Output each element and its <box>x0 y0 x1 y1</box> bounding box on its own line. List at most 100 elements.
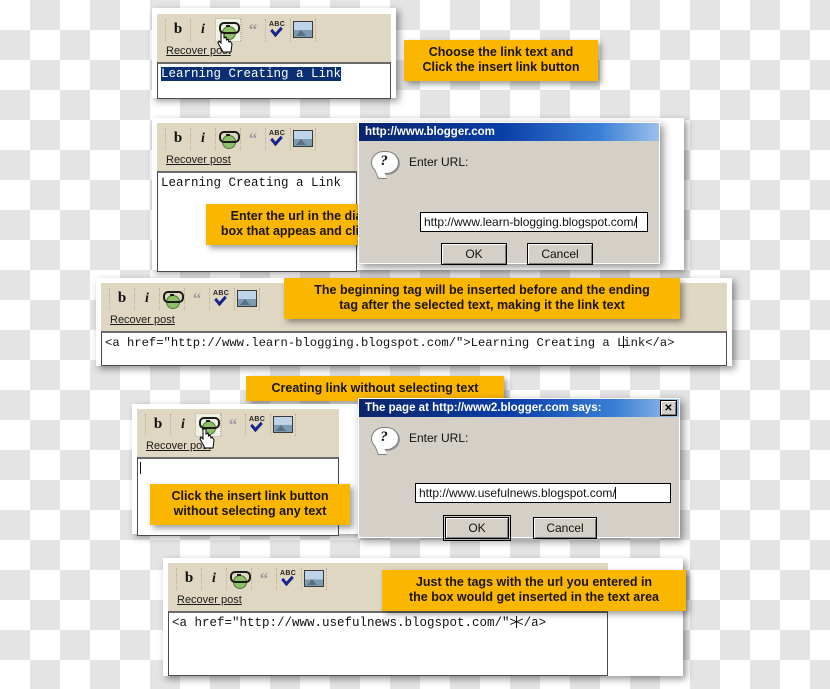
insert-image-button[interactable] <box>291 18 316 41</box>
step2-toolbar: b i “ ABC Recover post <box>157 123 357 171</box>
recover-post-link[interactable]: Recover post <box>166 154 231 166</box>
spell-check-button[interactable]: ABC <box>266 127 291 150</box>
url-input-value: http://www.usefulnews.blogspot.com/ <box>419 486 616 500</box>
step5-callout: Just the tags with the url you entered i… <box>382 570 686 611</box>
quote-icon: “ <box>248 128 258 148</box>
insert-link-button[interactable] <box>160 287 185 310</box>
insert-link-button[interactable] <box>215 17 242 42</box>
step1-callout: Choose the link text and Click the inser… <box>404 40 598 81</box>
dialog-title: http://www.blogger.com <box>365 126 495 138</box>
bold-button[interactable]: b <box>176 567 202 590</box>
spell-check-button[interactable]: ABC <box>210 287 235 310</box>
link-icon <box>218 130 240 149</box>
spellcheck-icon: ABC <box>268 130 288 148</box>
bold-button[interactable]: b <box>145 413 171 436</box>
insert-link-button[interactable] <box>195 412 222 437</box>
ok-button[interactable]: OK <box>443 515 511 541</box>
blockquote-button[interactable]: “ <box>241 127 266 150</box>
step2-dialog: http://www.blogger.com ? Enter URL: http… <box>358 122 660 265</box>
code-text: <a href="http://www.usefulnews.blogspot.… <box>172 616 518 630</box>
url-input[interactable]: http://www.usefulnews.blogspot.com/ <box>415 483 671 503</box>
insert-image-button[interactable] <box>302 567 327 590</box>
italic-button[interactable]: i <box>135 287 160 310</box>
code-text-tail: </a> <box>516 616 547 630</box>
spell-check-button[interactable]: ABC <box>266 18 291 41</box>
quote-icon: “ <box>259 568 269 588</box>
toolbar-buttons-row: b i “ ABC <box>165 127 351 150</box>
insert-image-button[interactable] <box>291 127 316 150</box>
link-icon <box>218 21 240 40</box>
spellcheck-icon: ABC <box>212 290 232 308</box>
spellcheck-icon: ABC <box>248 416 268 434</box>
step5-textarea[interactable]: <a href="http://www.usefulnews.blogspot.… <box>168 611 608 676</box>
bold-button[interactable]: b <box>165 18 191 41</box>
image-icon <box>237 290 257 307</box>
bold-icon: b <box>173 21 183 37</box>
step1-panel: b i “ ABC Recover post Learning Creating… <box>152 8 396 99</box>
insert-image-button[interactable] <box>271 413 296 436</box>
dialog-titlebar: http://www.blogger.com <box>359 123 659 141</box>
italic-button[interactable]: i <box>202 567 227 590</box>
quote-icon: “ <box>248 19 258 39</box>
editor-text: Learning Creating a Link <box>161 176 342 190</box>
dialog-body: ? Enter URL: http://www.usefulnews.blogs… <box>359 417 679 555</box>
spellcheck-icon: ABC <box>279 570 299 588</box>
step4-toolbar: b i “ ABC Recover post <box>137 409 339 457</box>
recover-post-link[interactable]: Recover post <box>146 440 211 452</box>
url-input[interactable]: http://www.learn-blogging.blogspot.com/ <box>420 212 648 232</box>
blockquote-button[interactable]: “ <box>185 287 210 310</box>
toolbar-buttons-row: b i “ ABC <box>145 412 333 437</box>
recover-post-link[interactable]: Recover post <box>166 45 231 57</box>
recover-post-link[interactable]: Recover post <box>110 314 175 326</box>
cancel-button[interactable]: Cancel <box>527 243 593 265</box>
blockquote-button[interactable]: “ <box>241 18 266 41</box>
question-icon: ? <box>371 427 399 453</box>
dialog-prompt: Enter URL: <box>409 431 469 445</box>
dialog-body: ? Enter URL: http://www.learn-blogging.b… <box>359 141 659 281</box>
insert-link-button[interactable] <box>216 127 241 150</box>
link-icon <box>162 290 184 309</box>
bold-icon: b <box>153 416 163 432</box>
bold-icon: b <box>117 290 127 306</box>
link-icon <box>198 416 220 435</box>
dialog-prompt: Enter URL: <box>409 155 469 169</box>
step4-callout: Click the insert link button without sel… <box>150 484 350 525</box>
recover-post-link[interactable]: Recover post <box>177 594 242 606</box>
selected-text: Learning Creating a L <box>161 67 319 81</box>
spellcheck-icon: ABC <box>268 21 288 39</box>
step1-textarea[interactable]: Learning Creating a Link <box>157 62 391 99</box>
italic-button[interactable]: i <box>171 413 196 436</box>
image-icon <box>304 570 324 587</box>
bold-icon: b <box>184 570 194 586</box>
spell-check-button[interactable]: ABC <box>277 567 302 590</box>
blockquote-button[interactable]: “ <box>252 567 277 590</box>
link-icon <box>229 570 251 589</box>
bold-button[interactable]: b <box>165 127 191 150</box>
italic-button[interactable]: i <box>191 127 216 150</box>
spell-check-button[interactable]: ABC <box>246 413 271 436</box>
italic-icon: i <box>145 290 149 306</box>
image-icon <box>273 416 293 433</box>
url-input-value: http://www.learn-blogging.blogspot.com/ <box>424 215 637 229</box>
code-text-tail: ink</a> <box>623 336 675 350</box>
italic-button[interactable]: i <box>191 18 216 41</box>
step4-dialog: The page at http://www2.blogger.com says… <box>358 398 680 541</box>
blockquote-button[interactable]: “ <box>221 413 246 436</box>
toolbar-buttons-row: b i “ ABC <box>165 17 385 42</box>
bold-button[interactable]: b <box>109 287 135 310</box>
bold-icon: b <box>173 130 183 146</box>
dialog-titlebar: The page at http://www2.blogger.com says… <box>359 399 679 417</box>
italic-icon: i <box>181 416 185 432</box>
insert-link-button[interactable] <box>227 567 252 590</box>
step1-editor: b i “ ABC Recover post Learning Creating… <box>157 14 391 99</box>
step3-textarea[interactable]: <a href="http://www.learn-blogging.blogs… <box>101 331 727 366</box>
ok-button[interactable]: OK <box>441 243 507 265</box>
code-text: <a href="http://www.learn-blogging.blogs… <box>105 336 625 350</box>
image-icon <box>293 130 313 147</box>
insert-image-button[interactable] <box>235 287 260 310</box>
italic-icon: i <box>212 570 216 586</box>
cancel-button[interactable]: Cancel <box>533 517 597 539</box>
step1-toolbar: b i “ ABC Recover post <box>157 14 391 62</box>
step3-callout: The beginning tag will be inserted befor… <box>284 278 680 319</box>
close-icon[interactable]: ✕ <box>660 400 677 416</box>
